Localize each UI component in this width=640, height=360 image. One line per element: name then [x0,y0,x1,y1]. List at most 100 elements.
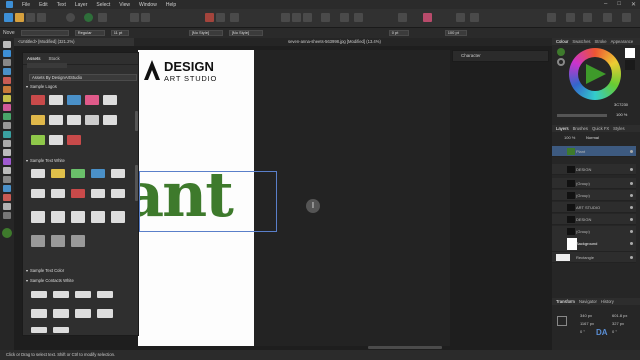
shape-tool-icon[interactable] [3,158,11,165]
asset-thumb[interactable] [53,291,69,298]
crop-tool-icon[interactable] [3,122,11,129]
asset-thumb[interactable] [75,309,91,318]
pasteboard[interactable] [254,50,450,346]
tab-stroke[interactable]: Stroke [595,38,607,45]
asset-thumb[interactable] [51,169,65,178]
assets-search-field[interactable] [27,63,67,68]
leading-field[interactable]: 100 pt [444,30,467,36]
asset-thumb[interactable] [53,327,69,333]
arrange-icon[interactable] [230,13,239,22]
brush-tool-icon[interactable] [3,95,11,102]
layer-row[interactable]: DESIGN [552,214,636,225]
section-sample-contacts-white[interactable]: Sample Contacts White [26,277,136,284]
horizontal-scrollbar[interactable] [368,346,442,349]
asset-thumb[interactable] [91,211,105,223]
opacity-slider[interactable] [557,114,607,117]
assistant-icon[interactable] [566,13,575,22]
visibility-icon[interactable] [630,182,633,185]
flip-icon[interactable] [354,13,363,22]
asset-thumb[interactable] [31,95,45,105]
asset-thumb[interactable] [111,211,125,223]
asset-thumb[interactable] [67,115,81,125]
asset-thumb[interactable] [97,309,113,318]
align-right-icon[interactable] [303,13,312,22]
asset-thumb[interactable] [103,115,117,125]
transform-w[interactable]: 601.8 px [612,313,627,318]
tab-history[interactable]: History [601,298,614,305]
eyedropper-tool-icon[interactable] [3,194,11,201]
arrange-back-icon[interactable] [216,13,225,22]
character-panel[interactable]: Character [452,50,549,62]
layer-row[interactable]: ART STUDIO [552,202,636,213]
asset-thumb[interactable] [85,95,99,105]
asset-thumb[interactable] [31,291,47,298]
assets-scrollbar[interactable] [135,165,138,201]
asset-thumb[interactable] [97,291,113,298]
asset-thumb[interactable] [103,95,117,105]
asset-thumb[interactable] [111,169,125,178]
close-button[interactable]: ✕ [631,1,636,8]
asset-thumb[interactable] [31,169,45,178]
asset-thumb[interactable] [49,115,63,125]
paragraph-style-select[interactable]: [No Style] [188,30,223,36]
asset-thumb[interactable] [85,115,99,125]
pen-tool-icon[interactable] [3,77,11,84]
asset-thumb[interactable] [31,115,45,125]
asset-thumb[interactable] [31,235,45,247]
asset-thumb[interactable] [75,291,91,298]
font-style-select[interactable]: Regular [74,30,105,36]
visibility-icon[interactable] [630,168,633,171]
document-menu-icon[interactable] [66,13,75,22]
menu-help[interactable]: Help [166,2,176,8]
move-tool-icon[interactable] [3,41,11,48]
place-tool-icon[interactable] [3,131,11,138]
artistic-text-tool-icon[interactable] [3,167,11,174]
asset-thumb[interactable] [71,235,85,247]
persona-designer-icon[interactable] [15,13,24,22]
transform-r[interactable]: 0 ° [580,329,585,334]
layer-opacity[interactable]: 100 % [564,135,575,140]
asset-thumb[interactable] [31,211,45,223]
layer-row[interactable]: (Group) [552,178,636,189]
transform-s[interactable]: 0 ° [612,329,617,334]
tracking-field[interactable]: 0 pt [388,30,409,36]
tab-seven-anna[interactable]: seven-anna-sheets-563998.jpg [Modified] … [284,38,434,46]
view-tool-icon[interactable] [3,212,11,219]
visibility-icon[interactable] [630,218,633,221]
blend-mode-select[interactable]: Normal [586,135,599,140]
asset-thumb[interactable] [91,169,105,178]
assets-category-select[interactable]: Assets By DesignArtStudio [29,74,137,81]
mask-icon[interactable] [583,13,592,22]
visibility-icon[interactable] [630,230,633,233]
font-size-field[interactable]: 11 pt [110,30,129,36]
layer-row[interactable]: Background [552,236,636,252]
visibility-icon[interactable] [630,256,633,259]
layer-row[interactable]: Plant [552,146,636,157]
export-icon[interactable] [603,13,612,22]
asset-thumb[interactable] [51,211,65,223]
share-icon[interactable] [622,13,631,22]
insert-icon[interactable] [547,13,556,22]
fill-swatch[interactable] [557,48,565,56]
menu-window[interactable]: Window [139,2,157,8]
tab-navigator[interactable]: Navigator [579,298,597,305]
menu-layer[interactable]: Layer [75,2,88,8]
tab-transform[interactable]: Transform [556,298,575,305]
tab-appearance[interactable]: Appearance [611,38,634,45]
frame-text-tool-icon[interactable] [3,176,11,183]
asset-thumb[interactable] [53,309,69,318]
tab-untitled[interactable]: <Untitled> [Modified] (321.2%) [14,38,134,46]
asset-thumb[interactable] [91,189,105,198]
view-mode-icon[interactable] [141,13,150,22]
node-tool-icon[interactable] [3,50,11,57]
asset-thumb[interactable] [71,169,85,178]
align-left-icon[interactable] [281,13,290,22]
opacity-value[interactable]: 100 % [616,112,627,117]
maximize-button[interactable]: □ [617,1,621,8]
section-sample-text-white[interactable]: Sample Text White [26,157,136,164]
text-style-select[interactable]: [No Style] [228,30,263,36]
zoom-tool-icon[interactable] [3,203,11,210]
tab-brushes[interactable]: Brushes [573,125,588,132]
persona-export-icon[interactable] [37,13,46,22]
layer-row[interactable]: (Group) [552,190,636,201]
